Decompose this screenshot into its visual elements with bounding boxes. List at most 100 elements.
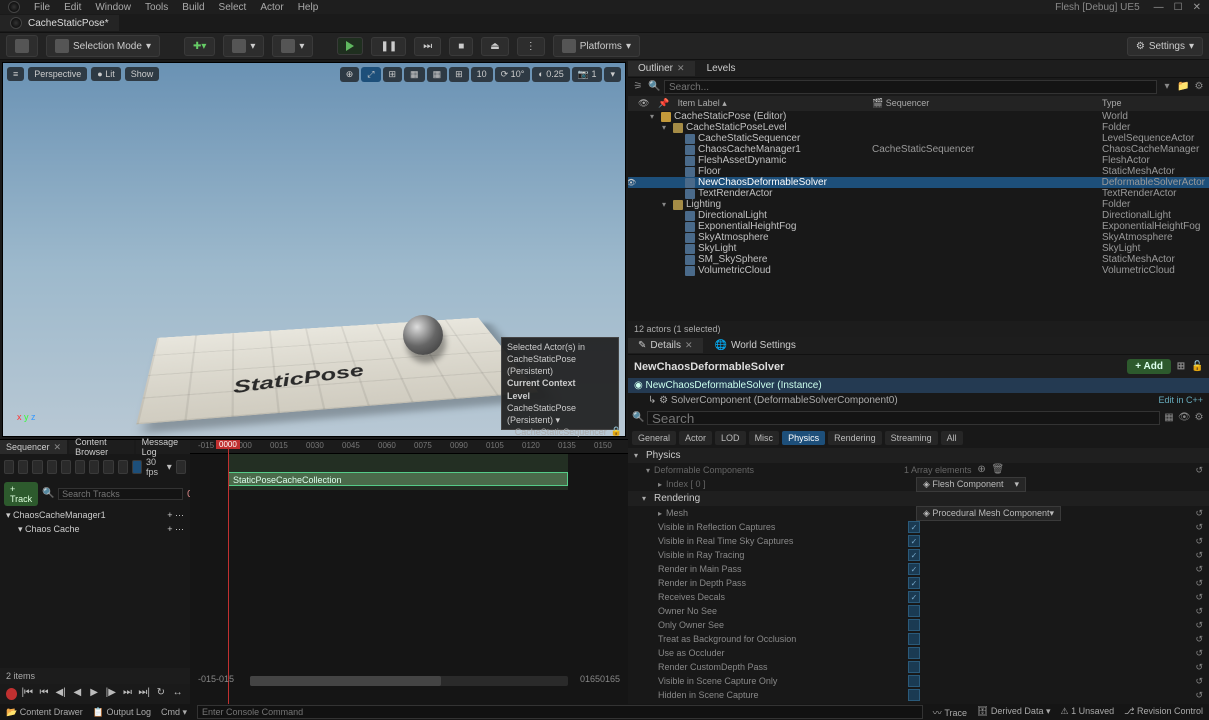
clear-icon[interactable]: 🗑 xyxy=(992,464,1004,476)
lock-icon[interactable]: 🔓 xyxy=(1191,361,1203,373)
close-icon[interactable]: ✕ xyxy=(685,340,693,351)
transform-move[interactable]: ⤢ xyxy=(361,67,380,82)
eject-button[interactable]: ⏏ xyxy=(481,37,508,56)
outliner-row[interactable]: FloorStaticMeshActor xyxy=(628,166,1209,177)
prev-key-button[interactable]: ⏮ xyxy=(38,687,51,701)
gear-icon[interactable]: ⚙ xyxy=(1193,81,1205,93)
reset-icon[interactable]: ↺ xyxy=(1195,522,1203,533)
menu-edit[interactable]: Edit xyxy=(64,2,81,13)
viewport-menu[interactable]: ≡ xyxy=(7,67,24,81)
reset-icon[interactable]: ↺ xyxy=(1195,690,1203,701)
menu-file[interactable]: File xyxy=(34,2,50,13)
seq-browse-icon[interactable] xyxy=(18,460,28,474)
reset-icon[interactable]: ↺ xyxy=(1195,564,1203,575)
outliner-row[interactable]: SkyLightSkyLight xyxy=(628,243,1209,254)
tab-details[interactable]: ✎ Details✕ xyxy=(628,338,703,353)
settings-dropdown[interactable]: ⚙ Settings ▾ xyxy=(1127,37,1203,56)
checkbox[interactable]: ✓ xyxy=(908,591,920,603)
outliner-row[interactable]: ▾CacheStaticPose (Editor)World xyxy=(628,111,1209,122)
sequence-title[interactable]: CacheStaticSequencer xyxy=(515,427,607,437)
viewport-perspective[interactable]: Perspective xyxy=(28,67,87,81)
checkbox[interactable] xyxy=(908,647,920,659)
step-back-button[interactable]: ◀| xyxy=(54,687,67,701)
outliner-row[interactable]: DirectionalLightDirectionalLight xyxy=(628,210,1209,221)
checkbox[interactable]: ✓ xyxy=(908,535,920,547)
snap-scale[interactable]: ◐ 0.25 xyxy=(532,67,569,82)
lock-icon[interactable]: 🔒 xyxy=(611,426,622,437)
window-minimize-icon[interactable]: — xyxy=(1154,2,1164,13)
viewport-lit[interactable]: ● Lit xyxy=(91,67,120,81)
grid-icon[interactable]: ▦ xyxy=(1163,412,1175,424)
timeline-clip[interactable]: StaticPoseCacheCollection xyxy=(228,472,568,486)
cmd-label[interactable]: Cmd ▾ xyxy=(161,707,187,718)
platforms-dropdown[interactable]: Platforms ▾ xyxy=(553,35,640,57)
mesh-dropdown[interactable]: ◈ Procedural Mesh Component▾ xyxy=(916,506,1061,521)
filter-rendering[interactable]: Rendering xyxy=(828,431,882,445)
reset-icon[interactable]: ↺ xyxy=(1195,662,1203,673)
to-end-button[interactable]: ⏭| xyxy=(138,687,151,701)
selected-actor-name[interactable]: NewChaosDeformableSolver xyxy=(634,361,784,373)
hierarchy-icon[interactable]: ⊞ xyxy=(1175,361,1187,373)
transform-scale[interactable]: ▦ xyxy=(404,67,425,82)
add-element-icon[interactable]: ⊕ xyxy=(976,464,988,476)
trace-button[interactable]: 〰 Trace xyxy=(933,706,967,719)
snap-grid-value[interactable]: 10 xyxy=(471,67,493,82)
reset-icon[interactable]: ↺ xyxy=(1195,592,1203,603)
reset-icon[interactable]: ↺ xyxy=(1195,578,1203,589)
step-button[interactable]: ⏭ xyxy=(414,37,441,56)
outliner-row[interactable]: ExponentialHeightFogExponentialHeightFog xyxy=(628,221,1209,232)
outliner-row[interactable]: ChaosCacheManager1CacheStaticSequencerCh… xyxy=(628,144,1209,155)
transform-rotate[interactable]: ⊞ xyxy=(383,67,403,82)
close-icon[interactable]: ✕ xyxy=(54,442,62,453)
viewport-show[interactable]: Show xyxy=(125,67,160,81)
reset-icon[interactable]: ↺ xyxy=(1195,465,1203,476)
window-close-icon[interactable]: ✕ xyxy=(1193,2,1201,13)
stop-button[interactable]: ■ xyxy=(449,37,473,56)
snap-angle[interactable]: ⟳ 10° xyxy=(495,67,531,82)
to-start-button[interactable]: |⏮ xyxy=(21,687,34,701)
seq-camera-icon[interactable] xyxy=(47,460,57,474)
timeline-ruler[interactable]: -015000000150030004500600075009001050120… xyxy=(190,440,628,454)
viewport-maximize[interactable]: ▾ xyxy=(604,67,621,82)
camera-speed[interactable]: 📷 1 xyxy=(572,67,603,82)
next-key-button[interactable]: ⏭ xyxy=(121,687,134,701)
output-log-button[interactable]: 📋 Output Log xyxy=(93,707,151,718)
filter-streaming[interactable]: Streaming xyxy=(885,431,938,445)
range-start[interactable]: -015 xyxy=(198,674,216,684)
filter-all[interactable]: All xyxy=(941,431,963,445)
menu-tools[interactable]: Tools xyxy=(145,2,168,13)
track-search-input[interactable] xyxy=(58,488,183,500)
category-physics[interactable]: ▾Physics xyxy=(628,448,1209,463)
play-options-button[interactable]: ⋮ xyxy=(517,37,545,56)
outliner-row[interactable]: CacheStaticSequencerLevelSequenceActor xyxy=(628,133,1209,144)
filter-actor[interactable]: Actor xyxy=(679,431,712,445)
track-row[interactable]: ▾ Chaos Cache+ ⋯ xyxy=(0,522,190,536)
reset-icon[interactable]: ↺ xyxy=(1195,536,1203,547)
playhead[interactable] xyxy=(228,440,229,704)
snap-grid[interactable]: ⊞ xyxy=(449,67,469,82)
seq-save-icon[interactable] xyxy=(4,460,14,474)
range-end[interactable]: 0165 xyxy=(600,674,620,684)
tab-message-log[interactable]: Message Log xyxy=(136,440,190,454)
filter-lod[interactable]: LOD xyxy=(715,431,746,445)
checkbox[interactable]: ✓ xyxy=(908,577,920,589)
outliner-row[interactable]: SM_SkySphereStaticMeshActor xyxy=(628,254,1209,265)
revision-control-button[interactable]: ⎇ Revision Control xyxy=(1124,706,1203,719)
edit-cpp-link[interactable]: Edit in C++ xyxy=(1158,395,1203,406)
reset-icon[interactable]: ↺ xyxy=(1195,508,1203,519)
filter-icon[interactable]: ⚞ xyxy=(632,81,644,93)
tab-outliner[interactable]: Outliner✕ xyxy=(628,61,695,76)
category-rendering[interactable]: ▾Rendering xyxy=(628,491,1209,506)
outliner-row[interactable]: TextRenderActorTextRenderActor xyxy=(628,188,1209,199)
outliner-row[interactable]: ▾LightingFolder xyxy=(628,199,1209,210)
seq-autokey-icon[interactable] xyxy=(118,460,128,474)
outliner-row[interactable]: 👁NewChaosDeformableSolverDeformableSolve… xyxy=(628,177,1209,188)
seq-fps[interactable]: 30 fps xyxy=(146,457,163,477)
seq-playback-icon[interactable] xyxy=(89,460,99,474)
seq-actions-icon[interactable] xyxy=(61,460,71,474)
save-button[interactable] xyxy=(6,35,38,57)
sequencer-timeline[interactable]: CacheStaticSequencer 🔒 -0150000001500300… xyxy=(190,440,628,704)
reset-icon[interactable]: ↺ xyxy=(1195,620,1203,631)
add-component-button[interactable]: + Add xyxy=(1127,359,1171,374)
outliner-search-input[interactable] xyxy=(664,80,1157,94)
